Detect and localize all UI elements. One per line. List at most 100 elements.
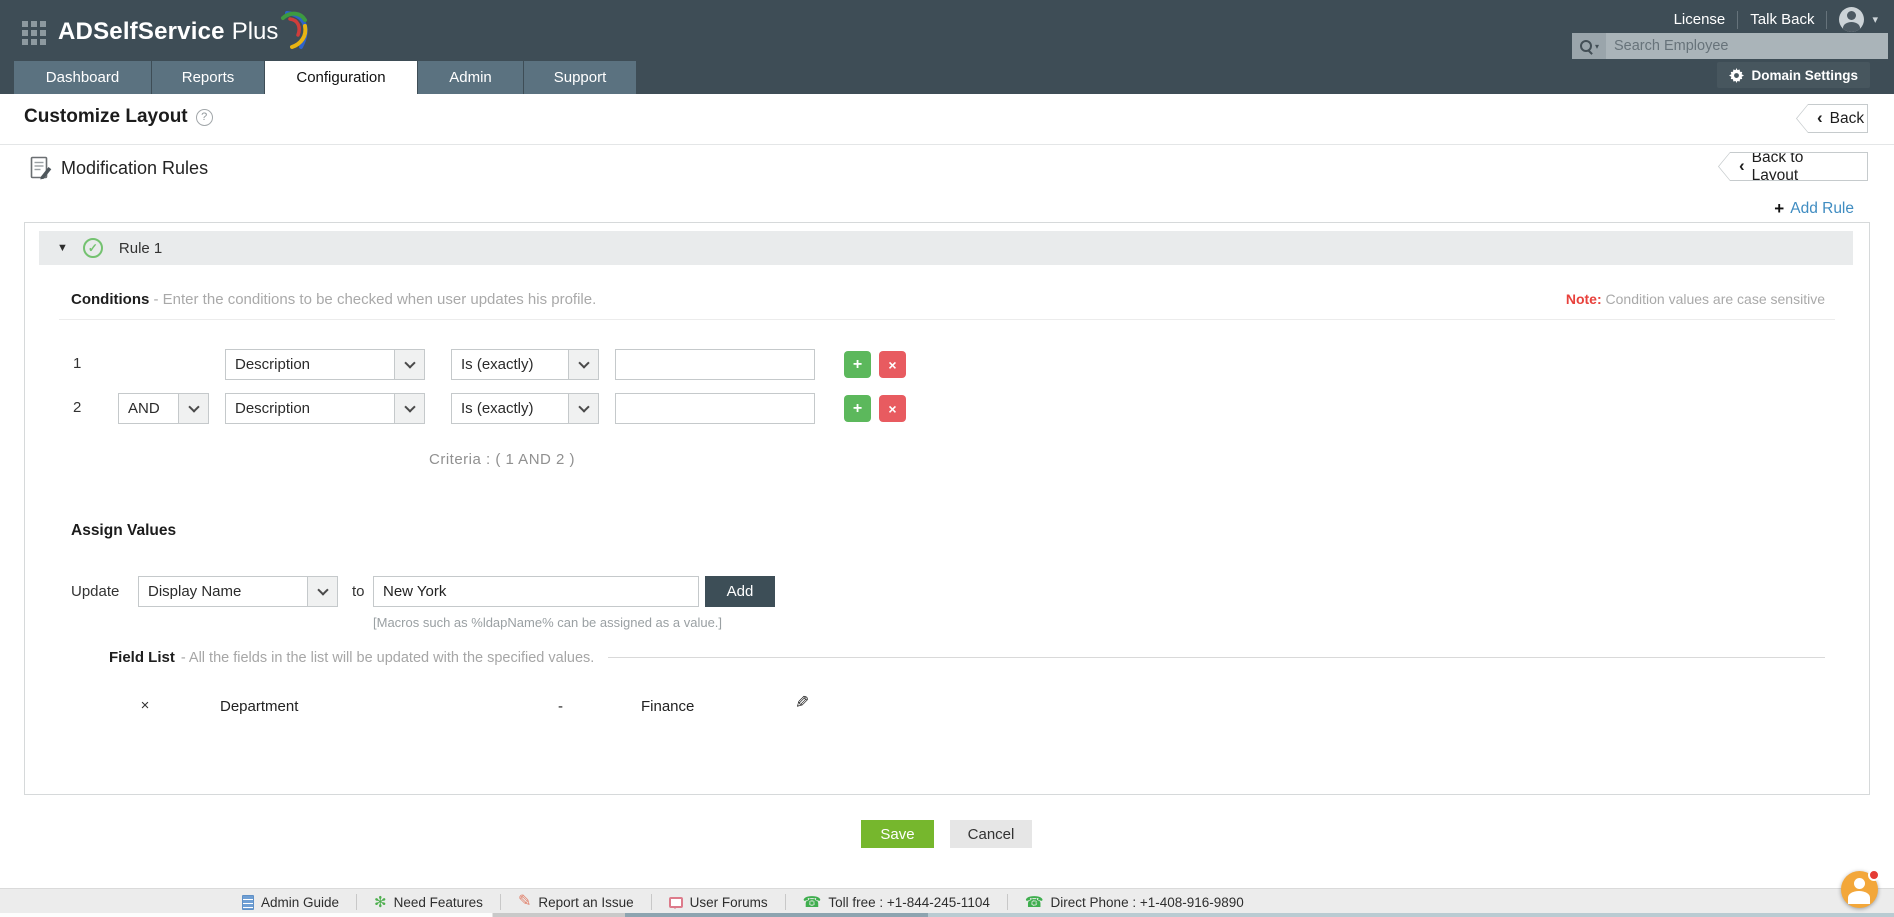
add-condition-button[interactable]: + xyxy=(844,351,871,378)
report-pencil-icon: ✎ xyxy=(517,893,532,910)
add-rule-label: Add Rule xyxy=(1790,200,1854,217)
chevron-down-icon xyxy=(178,394,208,423)
admin-guide-link[interactable]: Admin Guide xyxy=(225,894,356,910)
field-row-value: Finance xyxy=(641,698,695,715)
brand-logo[interactable]: ADSelfService Plus xyxy=(58,11,313,53)
assign-value-input[interactable] xyxy=(373,576,699,607)
page-title-row: Customize Layout ? xyxy=(24,106,213,128)
edit-pencil-icon[interactable]: ✎ xyxy=(795,693,809,713)
field-list-description: - All the fields in the list will be upd… xyxy=(180,649,595,666)
license-link[interactable]: License xyxy=(1674,11,1726,28)
macro-hint: [Macros such as %ldapName% can be assign… xyxy=(373,615,723,630)
domain-settings-label: Domain Settings xyxy=(1751,67,1858,83)
note-label: Note: xyxy=(1565,291,1602,307)
conditions-description: - Enter the conditions to be checked whe… xyxy=(153,291,597,308)
report-issue-link[interactable]: ✎ Report an Issue xyxy=(501,894,651,910)
to-label: to xyxy=(352,583,365,600)
condition-logic-select[interactable]: AND xyxy=(118,393,209,424)
chevron-down-icon xyxy=(568,350,598,379)
add-field-button[interactable]: Add xyxy=(705,576,775,607)
direct-phone-number[interactable]: ☎ Direct Phone : +1-408-916-9890 xyxy=(1008,895,1261,910)
remove-condition-button[interactable]: × xyxy=(879,395,906,422)
remove-condition-button[interactable]: × xyxy=(879,351,906,378)
phone-icon: ☎ xyxy=(1024,893,1044,911)
section-title: Modification Rules xyxy=(61,158,209,178)
back-button[interactable]: ‹ Back xyxy=(1796,104,1868,133)
phone-icon: ☎ xyxy=(802,893,822,911)
forum-chat-icon xyxy=(668,896,683,909)
tab-configuration[interactable]: Configuration xyxy=(265,61,417,94)
section-heading-row: Modification Rules xyxy=(30,156,208,181)
rule-enabled-check-icon: ✓ xyxy=(82,238,103,258)
help-icon[interactable]: ? xyxy=(195,108,213,126)
domain-settings-button[interactable]: Domain Settings xyxy=(1717,62,1870,88)
condition-value-input[interactable] xyxy=(615,349,815,380)
back-button-label: Back xyxy=(1829,109,1865,127)
main-nav-tabs: Dashboard Reports Configuration Admin Su… xyxy=(14,61,637,94)
remove-field-button[interactable]: × xyxy=(137,697,153,714)
condition-row-number: 2 xyxy=(73,399,82,416)
field-list-heading: Field List xyxy=(109,649,175,666)
top-links: License Talk Back ▾ xyxy=(1674,7,1878,32)
tab-support[interactable]: Support xyxy=(524,61,636,94)
cancel-button[interactable]: Cancel xyxy=(950,820,1032,848)
condition-field-select[interactable]: Description xyxy=(225,349,425,380)
rule-panel: ▼ ✓ Rule 1 Conditions - Enter the condit… xyxy=(24,222,1870,795)
note-text: Condition values are case sensitive xyxy=(1605,291,1825,307)
conditions-note: Note: Condition values are case sensitiv… xyxy=(1566,291,1825,307)
apps-grid-icon[interactable] xyxy=(22,21,46,45)
add-rule-link[interactable]: + Add Rule xyxy=(1774,199,1854,219)
notification-dot xyxy=(1868,869,1880,881)
user-forums-link[interactable]: User Forums xyxy=(652,895,785,910)
tab-admin[interactable]: Admin xyxy=(418,61,523,94)
collapse-caret-icon[interactable]: ▼ xyxy=(57,242,68,254)
assign-field-select[interactable]: Display Name xyxy=(138,576,338,607)
add-condition-button[interactable]: + xyxy=(844,395,871,422)
field-row-name: Department xyxy=(220,698,299,715)
toll-free-number[interactable]: ☎ Toll free : +1-844-245-1104 xyxy=(786,895,1007,910)
conditions-heading: Conditions - Enter the conditions to be … xyxy=(71,291,597,308)
condition-field-select[interactable]: Description xyxy=(225,393,425,424)
modification-rules-icon xyxy=(30,156,52,180)
employee-search: ▾ xyxy=(1572,33,1888,59)
user-avatar-icon[interactable] xyxy=(1839,7,1865,32)
back-to-layout-button[interactable]: ‹ Back to Layout xyxy=(1718,152,1868,181)
adselfservice-plus-app: ADSelfService Plus License Talk Back ▾ ▾ xyxy=(0,0,1894,917)
field-list-heading-row: Field List - All the fields in the list … xyxy=(109,649,1825,666)
save-button[interactable]: Save xyxy=(861,820,934,848)
search-caret-icon: ▾ xyxy=(1594,41,1599,51)
brand-name-bold: ADSelfService xyxy=(58,18,225,45)
gear-icon xyxy=(1729,67,1745,83)
rule-title: Rule 1 xyxy=(118,239,163,257)
need-features-link[interactable]: ✻ Need Features xyxy=(357,895,500,910)
back-to-layout-label: Back to Layout xyxy=(1751,148,1804,184)
bottom-edge-strip xyxy=(0,913,1894,917)
assign-values-heading: Assign Values xyxy=(71,522,177,539)
conditions-divider xyxy=(59,319,1835,320)
book-icon xyxy=(242,894,254,910)
brand-name-light: Plus xyxy=(231,18,279,45)
talkback-link[interactable]: Talk Back xyxy=(1750,11,1814,28)
support-chat-button[interactable] xyxy=(1841,869,1880,908)
field-list-divider xyxy=(608,657,1825,658)
user-menu-caret-icon[interactable]: ▾ xyxy=(1872,13,1878,26)
search-scope-button[interactable]: ▾ xyxy=(1572,33,1606,59)
chevron-down-icon xyxy=(394,394,424,423)
condition-operator-select[interactable]: Is (exactly) xyxy=(451,349,599,380)
rule-header-bar[interactable]: ▼ ✓ Rule 1 xyxy=(39,231,1853,265)
update-label: Update xyxy=(71,583,120,600)
chevron-down-icon xyxy=(394,350,424,379)
search-input[interactable] xyxy=(1606,33,1888,59)
field-row-separator: - xyxy=(558,698,563,715)
plus-icon: + xyxy=(1774,199,1785,218)
tab-reports[interactable]: Reports xyxy=(152,61,264,94)
tab-dashboard[interactable]: Dashboard xyxy=(14,61,151,94)
back-chevron-icon: ‹ xyxy=(1817,108,1823,127)
condition-value-input[interactable] xyxy=(615,393,815,424)
search-icon xyxy=(1579,39,1593,54)
footer-bar: Admin Guide ✻ Need Features ✎ Report an … xyxy=(0,888,1894,915)
top-link-divider xyxy=(1737,10,1739,29)
chevron-down-icon xyxy=(568,394,598,423)
feature-asterisk-icon: ✻ xyxy=(374,893,387,911)
condition-operator-select[interactable]: Is (exactly) xyxy=(451,393,599,424)
